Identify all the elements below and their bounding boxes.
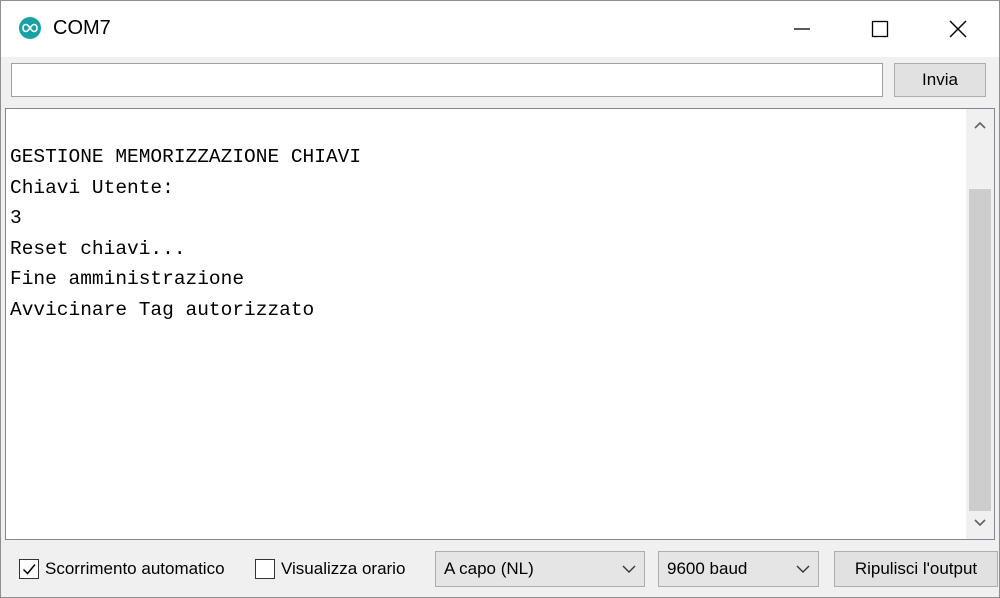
chevron-down-icon	[788, 565, 818, 573]
timestamp-option[interactable]: Visualizza orario	[255, 555, 405, 583]
arduino-logo-icon	[19, 17, 41, 39]
chevron-down-icon	[614, 565, 644, 573]
window-title: COM7	[53, 17, 111, 39]
checkmark-icon	[22, 564, 36, 575]
title-bar[interactable]: COM7	[1, 1, 999, 57]
scrollbar-thumb[interactable]	[969, 189, 991, 511]
output-line: 3	[10, 207, 22, 229]
autoscroll-checkbox[interactable]	[19, 559, 39, 579]
maximize-button[interactable]	[841, 1, 919, 57]
chevron-up-icon	[974, 121, 986, 129]
chevron-down-icon	[974, 519, 986, 527]
send-button[interactable]: Invia	[894, 63, 986, 97]
baud-rate-value: 9600 baud	[667, 559, 748, 578]
output-lines: GESTIONE MEMORIZZAZIONE CHIAVI Chiavi Ut…	[10, 142, 960, 325]
autoscroll-label: Scorrimento automatico	[45, 559, 225, 578]
clear-output-button[interactable]: Ripulisci l'output	[834, 551, 998, 587]
serial-output[interactable]: GESTIONE MEMORIZZAZIONE CHIAVI Chiavi Ut…	[5, 108, 995, 540]
close-icon	[949, 20, 967, 38]
timestamp-label: Visualizza orario	[281, 559, 406, 578]
output-line: Fine amministrazione	[10, 268, 245, 290]
close-button[interactable]	[919, 1, 997, 57]
maximize-icon	[871, 20, 889, 38]
timestamp-checkbox[interactable]	[255, 559, 275, 579]
line-ending-value: A capo (NL)	[444, 559, 534, 578]
scroll-down-button[interactable]	[966, 509, 994, 537]
autoscroll-option[interactable]: Scorrimento automatico	[19, 555, 225, 583]
serial-monitor-window: COM7 Invia GESTIONE MEMORIZZAZIONE CHIAV…	[0, 0, 1000, 598]
output-line: GESTIONE MEMORIZZAZIONE CHIAVI	[10, 146, 362, 168]
output-line: Avvicinare Tag autorizzato	[10, 298, 315, 321]
vertical-scrollbar[interactable]	[966, 109, 994, 539]
baud-rate-select[interactable]: 9600 baud	[658, 551, 819, 587]
send-bar: Invia	[1, 57, 999, 107]
minimize-button[interactable]	[763, 1, 841, 57]
status-bar: Scorrimento automatico Visualizza orario…	[1, 541, 999, 597]
scroll-up-button[interactable]	[966, 111, 994, 139]
output-line: Chiavi Utente:	[10, 176, 174, 199]
send-input[interactable]	[11, 63, 883, 97]
output-line: Reset chiavi...	[10, 237, 186, 260]
line-ending-select[interactable]: A capo (NL)	[435, 551, 645, 587]
minimize-icon	[794, 28, 810, 30]
